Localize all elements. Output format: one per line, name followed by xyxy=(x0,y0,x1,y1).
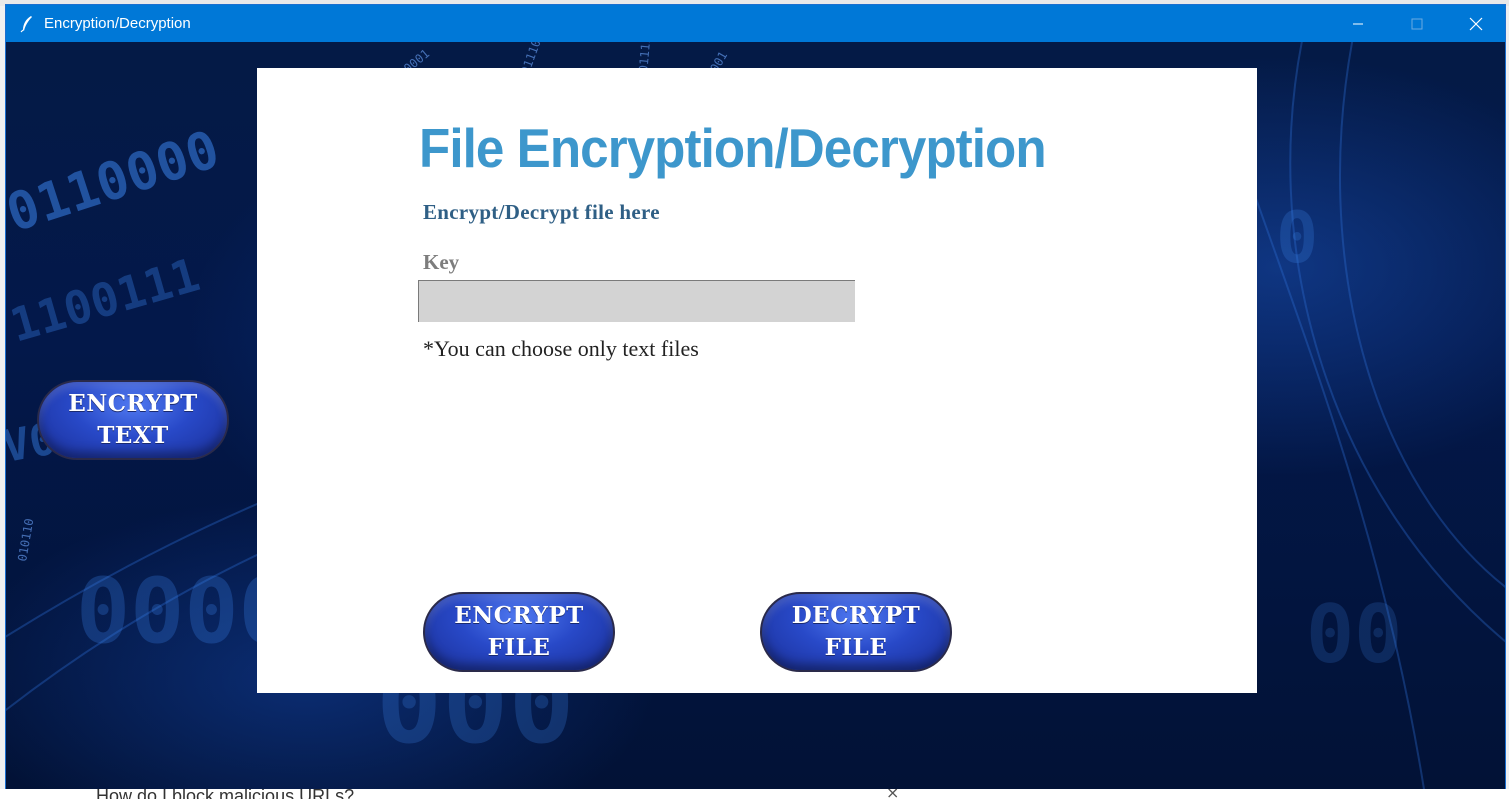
file-type-note: *You can choose only text files xyxy=(423,336,699,361)
minimize-icon[interactable] xyxy=(1328,5,1387,42)
svg-text:0110000: 0110000 xyxy=(6,120,226,245)
encrypt-text-label-line2: TEXT xyxy=(97,422,169,449)
title-bar: Encryption/Decryption xyxy=(6,5,1505,42)
svg-text:010110: 010110 xyxy=(15,517,36,562)
decrypt-file-label-line1: DECRYPT xyxy=(791,602,921,629)
encrypt-file-label-line2: FILE xyxy=(487,634,551,661)
encrypt-file-button[interactable]: ENCRYPT FILE xyxy=(423,592,615,672)
page-subtitle: Encrypt/Decrypt file here xyxy=(423,200,660,224)
background-link-text: How do I block malicious URLs? xyxy=(96,789,355,799)
key-label: Key xyxy=(423,250,460,274)
encrypt-text-label-line1: ENCRYPT xyxy=(68,390,198,417)
decrypt-file-label-line2: FILE xyxy=(824,634,888,661)
feather-icon xyxy=(12,5,42,42)
maximize-icon[interactable] xyxy=(1387,5,1446,42)
svg-text:0: 0 xyxy=(1276,197,1318,279)
background-window-strip-bottom: How do I block malicious URLs? × xyxy=(0,789,1509,799)
svg-text:00: 00 xyxy=(1306,588,1402,681)
encrypt-text-button[interactable]: ENCRYPT TEXT xyxy=(37,380,229,460)
encrypt-file-label-line1: ENCRYPT xyxy=(454,602,584,629)
svg-text:1100111: 1100111 xyxy=(6,247,205,352)
window-title: Encryption/Decryption xyxy=(44,15,191,32)
decrypt-file-button[interactable]: DECRYPT FILE xyxy=(760,592,952,672)
app-window: Encryption/Decryption 0110000 1100111 00… xyxy=(5,4,1506,790)
page-title: File Encryption/Decryption xyxy=(419,117,1047,179)
file-panel: File Encryption/Decryption Encrypt/Decry… xyxy=(257,68,1257,693)
background-close-icon: × xyxy=(886,789,900,799)
key-input[interactable] xyxy=(418,280,855,322)
close-icon[interactable] xyxy=(1446,5,1505,42)
